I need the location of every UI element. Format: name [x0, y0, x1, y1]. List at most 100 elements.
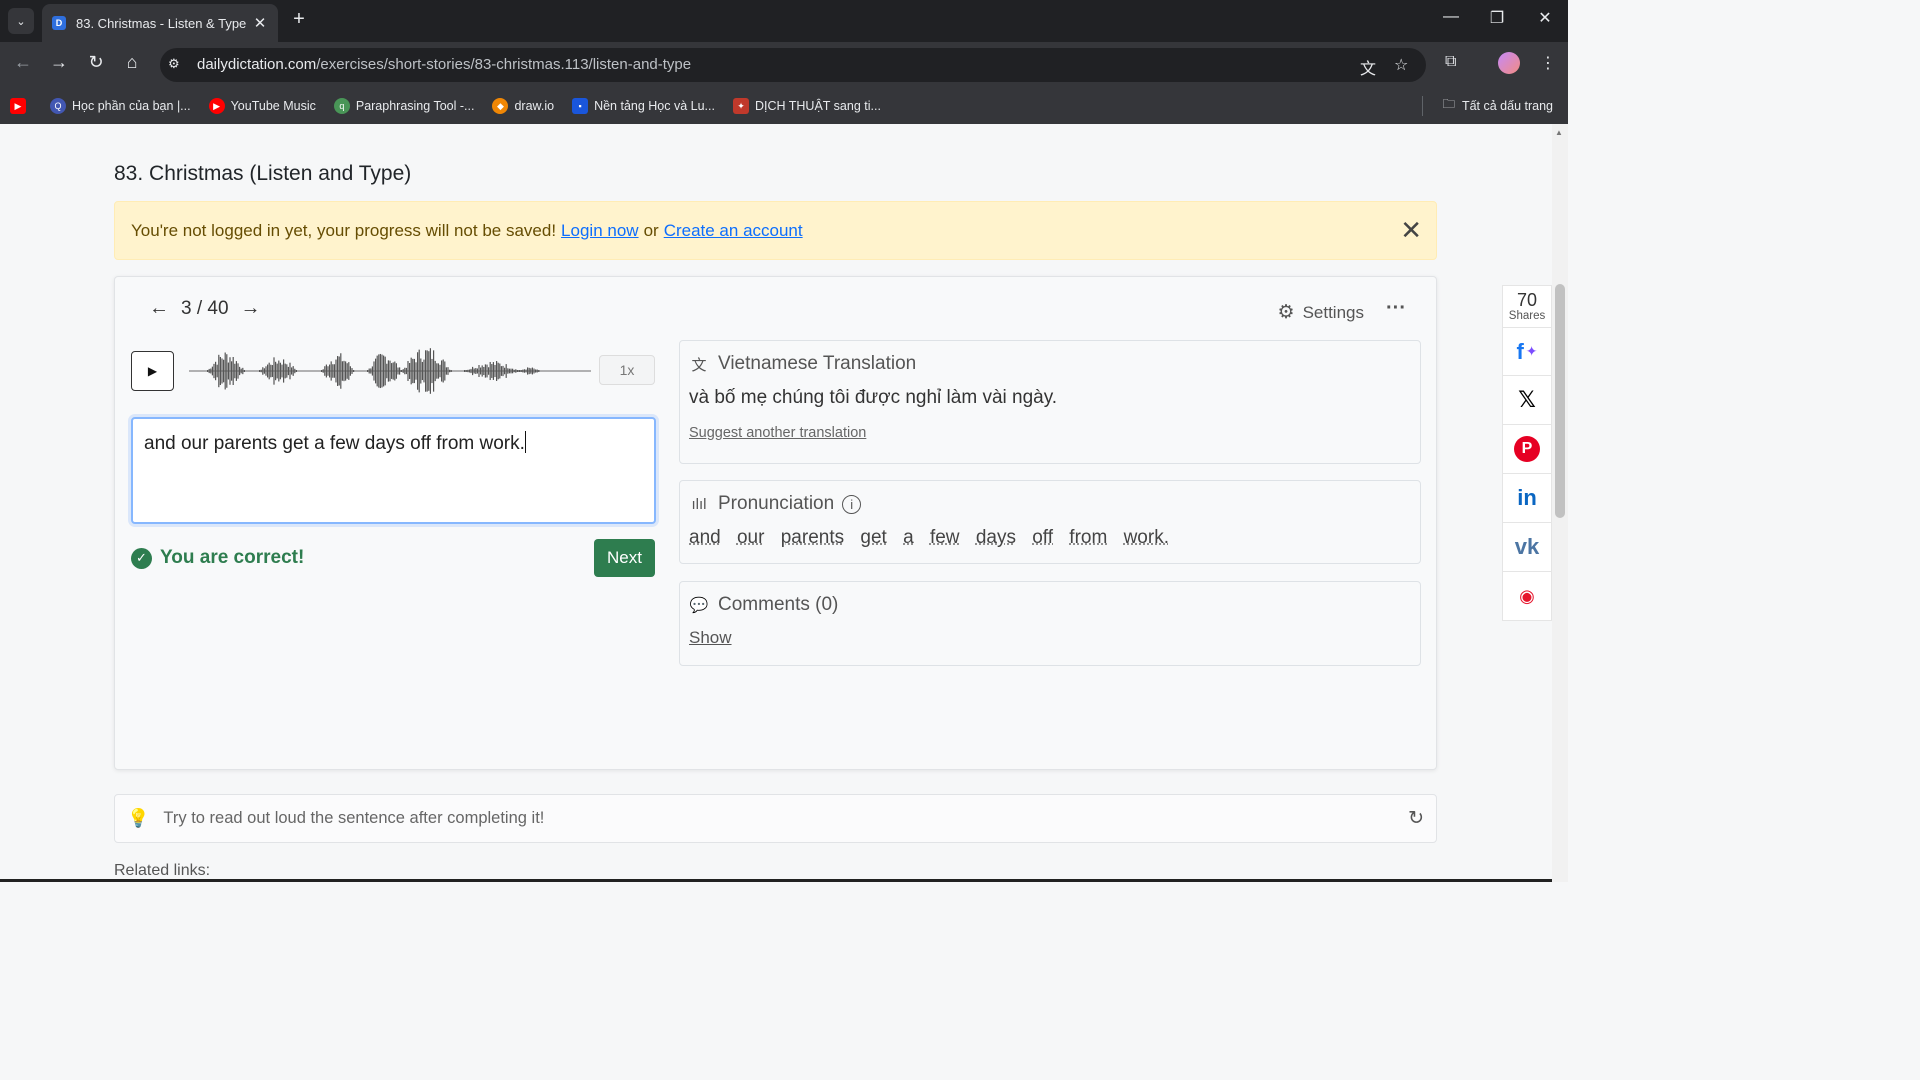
- correct-label: You are correct!: [160, 547, 305, 568]
- refresh-icon[interactable]: ↻: [1408, 807, 1424, 830]
- site-info-icon[interactable]: ⚙: [168, 56, 180, 72]
- browser-chrome: ⌄ D 83. Christmas - Listen & Type | S ✕ …: [0, 0, 1568, 124]
- info-icon[interactable]: i: [842, 494, 862, 514]
- share-vk-button[interactable]: vk: [1502, 523, 1552, 572]
- audio-waveform[interactable]: [189, 341, 591, 401]
- word-link[interactable]: from: [1069, 527, 1107, 548]
- scroll-up-icon[interactable]: ▲: [1555, 128, 1563, 137]
- share-x-button[interactable]: 𝕏: [1502, 376, 1552, 425]
- answer-text: and our parents get a few days off from …: [144, 433, 525, 454]
- forward-icon[interactable]: →: [46, 52, 72, 73]
- audio-player: ▶ 1x: [131, 348, 656, 394]
- facebook-icon: f: [1516, 338, 1524, 364]
- translation-heading: 文 Vietnamese Translation: [689, 353, 1411, 375]
- login-alert: You're not logged in yet, your progress …: [114, 201, 1437, 260]
- pronunciation-heading-label: Pronunciation: [718, 493, 835, 514]
- bookmarks-divider: [1422, 96, 1423, 116]
- comment-icon: 💬: [689, 597, 709, 614]
- pronunciation-words: and our parents get a few days off from …: [689, 527, 1411, 549]
- page-content: 83. Christmas (Listen and Type) You're n…: [0, 124, 1552, 882]
- word-link[interactable]: days: [976, 527, 1016, 548]
- comments-panel: 💬 Comments (0) Show: [679, 581, 1421, 666]
- tab-search-button[interactable]: ⌄: [8, 8, 34, 34]
- profile-avatar[interactable]: [1498, 52, 1520, 74]
- new-tab-button[interactable]: +: [288, 8, 310, 31]
- translation-text: và bố mẹ chúng tôi được nghỉ làm vài ngà…: [689, 387, 1058, 408]
- extensions-icon[interactable]: ⧉: [1445, 53, 1456, 71]
- more-options-icon[interactable]: ···: [1386, 297, 1406, 320]
- close-icon[interactable]: ✕: [1400, 217, 1422, 243]
- comments-heading-label: Comments (0): [718, 594, 839, 615]
- word-link[interactable]: off: [1032, 527, 1053, 548]
- active-tab[interactable]: D 83. Christmas - Listen & Type | S ✕: [42, 4, 278, 42]
- all-bookmarks-button[interactable]: 🗀 Tất cả dấu trang: [1442, 95, 1553, 116]
- youtube-icon: ▶: [10, 98, 26, 114]
- platform-icon: ▪: [572, 98, 589, 114]
- share-facebook-button[interactable]: f ✦: [1502, 327, 1552, 376]
- dailydictation-favicon-icon: D: [52, 16, 66, 30]
- quizlet-icon: Q: [50, 98, 66, 114]
- exercise-card: ← 3 / 40 → ⚙ Settings ··· ▶ 1x and our p…: [114, 276, 1437, 770]
- answer-input[interactable]: and our parents get a few days off from …: [131, 417, 656, 524]
- bookmark-label: Paraphrasing Tool -...: [355, 99, 475, 113]
- chevron-down-icon: ⌄: [16, 15, 26, 28]
- bookmark-item[interactable]: q Paraphrasing Tool -...: [333, 98, 475, 114]
- show-comments-link[interactable]: Show: [689, 628, 732, 648]
- close-window-icon[interactable]: ✕: [1530, 8, 1560, 28]
- prev-sentence-icon[interactable]: ←: [149, 297, 169, 320]
- restore-icon[interactable]: ❐: [1482, 8, 1512, 28]
- page-scrollbar[interactable]: ▲: [1552, 124, 1568, 882]
- weibo-icon: ◉: [1519, 585, 1535, 606]
- pronunciation-heading: ılıl Pronunciation i: [689, 493, 1411, 515]
- bookmark-item[interactable]: ▪ Nền tảng Học và Lu...: [572, 98, 715, 114]
- alert-text: You're not logged in yet, your progress …: [131, 220, 557, 240]
- bookmark-item[interactable]: Q Học phần của bạn |...: [50, 98, 191, 114]
- scroll-thumb[interactable]: [1555, 284, 1565, 518]
- reload-icon[interactable]: ↻: [83, 52, 109, 73]
- word-link[interactable]: few: [930, 527, 960, 548]
- address-bar[interactable]: ⚙ dailydictation.com/exercises/short-sto…: [160, 48, 1426, 82]
- create-account-link[interactable]: Create an account: [664, 221, 803, 241]
- pronunciation-panel: ılıl Pronunciation i and our parents get…: [679, 480, 1421, 564]
- bookmark-item[interactable]: ▶: [10, 98, 32, 114]
- linkedin-icon: in: [1517, 485, 1537, 510]
- back-icon[interactable]: ←: [10, 52, 36, 73]
- word-link[interactable]: a: [903, 527, 914, 548]
- bookmark-label: draw.io: [514, 99, 555, 113]
- playback-speed-button[interactable]: 1x: [599, 355, 655, 385]
- settings-label: Settings: [1302, 302, 1364, 322]
- translate-icon[interactable]: 文: [1360, 55, 1376, 79]
- vk-icon: vk: [1514, 534, 1540, 559]
- share-linkedin-button[interactable]: in: [1502, 474, 1552, 523]
- comments-heading: 💬 Comments (0): [689, 594, 1411, 616]
- bookmark-item[interactable]: ✦ DỊCH THUẬT sang ti...: [732, 98, 881, 114]
- login-link[interactable]: Login now: [561, 221, 639, 241]
- word-link[interactable]: work.: [1124, 527, 1169, 548]
- word-link[interactable]: and: [689, 527, 721, 548]
- tab-close-icon[interactable]: ✕: [252, 14, 268, 32]
- sentence-counter: 3 / 40: [181, 297, 229, 319]
- gear-icon: ⚙: [1277, 302, 1295, 323]
- minimize-icon[interactable]: —: [1436, 8, 1466, 26]
- play-button[interactable]: ▶: [131, 351, 174, 391]
- next-sentence-icon[interactable]: →: [241, 297, 261, 320]
- url-text[interactable]: dailydictation.com/exercises/short-stori…: [197, 56, 691, 73]
- translation-panel: 文 Vietnamese Translation và bố mẹ chúng …: [679, 340, 1421, 464]
- home-icon[interactable]: ⌂: [119, 52, 145, 73]
- browser-toolbar: ← → ↻ ⌂ ⚙ dailydictation.com/exercises/s…: [0, 42, 1568, 88]
- bookmark-item[interactable]: ◆ draw.io: [492, 98, 554, 114]
- check-circle-icon: ✓: [131, 547, 152, 569]
- bookmark-item[interactable]: ▶ YouTube Music: [208, 98, 316, 114]
- suggest-translation-link[interactable]: Suggest another translation: [689, 425, 866, 441]
- bookmark-star-icon[interactable]: ☆: [1394, 55, 1408, 75]
- word-link[interactable]: parents: [781, 527, 844, 548]
- word-link[interactable]: get: [860, 527, 886, 548]
- share-weibo-button[interactable]: ◉: [1502, 572, 1552, 621]
- chrome-menu-icon[interactable]: ⋮: [1540, 53, 1556, 73]
- share-count-number: 70: [1516, 290, 1538, 310]
- settings-button[interactable]: ⚙ Settings: [1278, 301, 1364, 324]
- audio-wave-icon: ılıl: [691, 495, 707, 513]
- next-button[interactable]: Next: [594, 539, 655, 577]
- word-link[interactable]: our: [737, 527, 764, 548]
- share-pinterest-button[interactable]: P: [1502, 425, 1552, 474]
